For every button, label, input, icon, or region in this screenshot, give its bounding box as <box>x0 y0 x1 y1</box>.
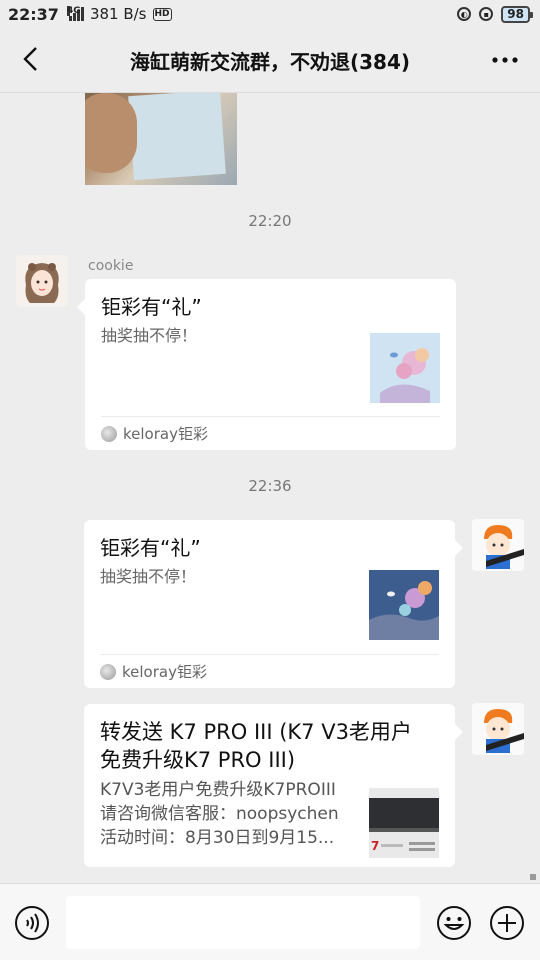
emoji-icon <box>437 906 471 940</box>
input-bar <box>0 874 540 960</box>
avatar-cartoon-boy-icon <box>472 519 524 571</box>
avatar-cartoon-boy-icon <box>472 703 524 755</box>
status-right: ◐ ▪ 98 <box>457 5 533 23</box>
lock-icon: ▪ <box>479 7 494 21</box>
link-card-message[interactable]: 钜彩有“礼” 抽奖抽不停！ keloray钜彩 <box>84 520 463 688</box>
voice-icon <box>15 906 49 940</box>
card-title: 转发送 K7 PRO III (K7 V3老用户免费升级K7 PRO III) <box>100 720 412 772</box>
svg-text:7: 7 <box>371 839 379 853</box>
battery-icon: 98 <box>501 5 533 23</box>
coral-reef-thumbnail-icon <box>370 333 440 403</box>
avatar-self[interactable] <box>472 703 524 755</box>
avatar-self[interactable] <box>472 519 524 571</box>
product-thumbnail-icon: 7 <box>369 788 439 858</box>
timestamp: 22:36 <box>248 477 292 495</box>
card-source: keloray钜彩 <box>100 654 439 688</box>
aquarium-thumbnail-icon <box>369 570 439 640</box>
chat-screen: 22:37 4G 381 B/s HD ◐ ▪ 98 海缸萌新交流群，不劝退(3… <box>0 0 540 960</box>
more-functions-button[interactable] <box>489 905 525 941</box>
link-card-message[interactable]: 转发送 K7 PRO III (K7 V3老用户免费升级K7 PRO III) … <box>84 704 463 867</box>
plus-icon <box>490 906 524 940</box>
card-source: keloray钜彩 <box>101 416 440 450</box>
drag-handle <box>530 874 536 880</box>
more-options-button[interactable] <box>490 46 520 74</box>
chat-header: 海缸萌新交流群，不劝退(384) <box>0 28 540 93</box>
message-list[interactable]: 22:20 cookie 钜彩有“礼” 抽奖抽不停！ keloray钜彩 22:… <box>0 93 540 883</box>
card-thumbnail <box>369 570 439 640</box>
avatar-cookie[interactable] <box>16 255 68 307</box>
image-message[interactable] <box>85 93 237 185</box>
more-icon <box>492 57 518 63</box>
timestamp: 22:20 <box>248 212 292 230</box>
back-arrow-icon <box>23 47 37 71</box>
message-input[interactable] <box>66 896 420 949</box>
card-title: 钜彩有“礼” <box>100 536 201 560</box>
status-time: 22:37 <box>8 4 59 24</box>
sender-name: cookie <box>88 258 134 274</box>
card-source-name: keloray钜彩 <box>123 425 208 443</box>
status-left: 22:37 4G 381 B/s HD <box>8 5 172 24</box>
photo-hand <box>85 93 137 173</box>
network-type: 4G <box>66 6 81 16</box>
status-bar: 22:37 4G 381 B/s HD ◐ ▪ 98 <box>0 0 540 28</box>
chat-title: 海缸萌新交流群，不劝退(384) <box>129 49 411 74</box>
link-card-message[interactable]: 钜彩有“礼” 抽奖抽不停！ keloray钜彩 <box>77 279 456 450</box>
signal-icon: 4G <box>66 6 84 21</box>
card-title: 钜彩有“礼” <box>101 295 202 319</box>
back-button[interactable] <box>14 42 48 76</box>
avatar-girl-icon <box>16 255 68 307</box>
hd-icon: HD <box>152 7 172 21</box>
card-thumbnail: 7 <box>369 788 439 858</box>
card-thumbnail <box>370 333 440 403</box>
alarm-icon: ◐ <box>457 7 472 21</box>
card-source-name: keloray钜彩 <box>122 663 207 681</box>
emoji-button[interactable] <box>436 905 472 941</box>
network-speed: 381 B/s <box>89 5 147 23</box>
source-logo-icon <box>100 663 116 680</box>
source-logo-icon <box>101 425 117 442</box>
photo-product-box <box>128 93 226 181</box>
voice-input-button[interactable] <box>14 905 50 941</box>
